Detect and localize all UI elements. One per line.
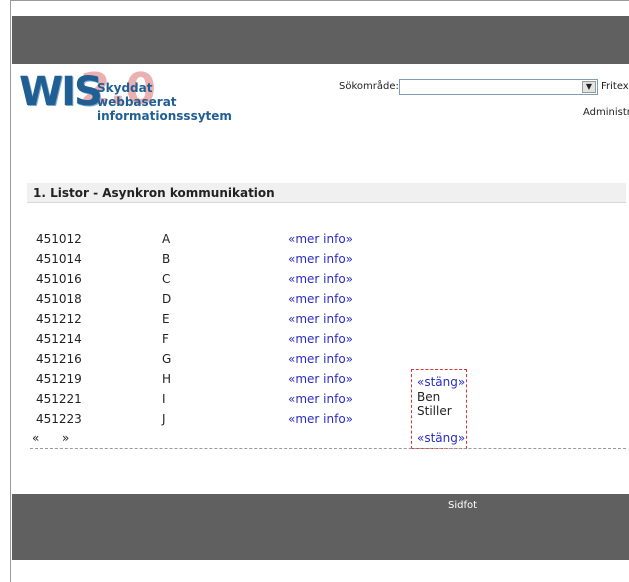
freetext-label: Fritext (601, 81, 629, 92)
list-item-letter: D (162, 292, 172, 306)
list-item-letter: B (162, 252, 171, 266)
list-item: 451212 E «mer info» (36, 312, 356, 332)
popup-close-bottom-link[interactable]: «stäng» (417, 431, 465, 445)
list-item-letter: J (162, 412, 166, 426)
list-item: 451221 I «mer info» (36, 392, 356, 412)
logo-tagline-line2: informationsssytem (97, 109, 232, 123)
pager-next-button[interactable]: » (62, 431, 69, 445)
more-info-link[interactable]: «mer info» (288, 352, 353, 366)
list-item-letter: C (162, 272, 171, 286)
list-item-letter: F (162, 332, 169, 346)
list-item: 451216 G «mer info» (36, 352, 356, 372)
info-popup: «stäng» Ben Stiller «stäng» (411, 369, 467, 449)
list-item-id: 451012 (36, 232, 82, 246)
logo-main: WIS (19, 69, 103, 115)
list-item-id: 451016 (36, 272, 82, 286)
list-item-letter: E (162, 312, 170, 326)
popup-text-line2: Stiller (417, 404, 452, 418)
list-item: 451219 H «mer info» (36, 372, 356, 392)
list-item-id: 451221 (36, 392, 82, 406)
list-item: 451214 F «mer info» (36, 332, 356, 352)
footer: Sidfot (12, 494, 629, 560)
top-banner (12, 16, 629, 64)
more-info-link[interactable]: «mer info» (288, 272, 353, 286)
list-item: 451014 B «mer info» (36, 252, 356, 272)
logo-tagline: Skyddat webbaserat informationsssytem (97, 81, 232, 123)
section-title: 1. Listor - Asynkron kommunikation (33, 186, 275, 200)
list-item: 451012 A «mer info» (36, 232, 356, 252)
more-info-link[interactable]: «mer info» (288, 312, 353, 326)
more-info-link[interactable]: «mer info» (288, 252, 353, 266)
list-item-id: 451018 (36, 292, 82, 306)
list-item-id: 451223 (36, 412, 82, 426)
more-info-link[interactable]: «mer info» (288, 332, 353, 346)
more-info-link[interactable]: «mer info» (288, 292, 353, 306)
list-item: 451018 D «mer info» (36, 292, 356, 312)
list-item: 451223 J «mer info» (36, 412, 356, 432)
search-area-label: Sökområde: (339, 81, 399, 92)
list-item-letter: I (162, 392, 166, 406)
more-info-link[interactable]: «mer info» (288, 372, 353, 386)
popup-text-line1: Ben (417, 390, 441, 404)
chevron-down-icon[interactable]: ▼ (582, 81, 596, 93)
list-item-id: 451212 (36, 312, 82, 326)
pager-prev-button[interactable]: « (32, 431, 39, 445)
divider (30, 448, 626, 449)
popup-close-top-link[interactable]: «stäng» (417, 375, 465, 389)
section-header: 1. Listor - Asynkron kommunikation (27, 183, 626, 203)
search-area-select[interactable]: ▼ (399, 79, 598, 95)
logo-tagline-line1: Skyddat webbaserat (97, 81, 177, 109)
list-item-id: 451214 (36, 332, 82, 346)
list-item-id: 451014 (36, 252, 82, 266)
more-info-link[interactable]: «mer info» (288, 412, 353, 426)
footer-text: Sidfot (448, 500, 478, 511)
more-info-link[interactable]: «mer info» (288, 392, 353, 406)
list-item-letter: G (162, 352, 172, 366)
list-item-id: 451216 (36, 352, 82, 366)
admin-link[interactable]: Administre (583, 107, 629, 118)
logo[interactable]: 2.0 WIS Skyddat webbaserat informationss… (19, 66, 232, 124)
list-item-letter: A (162, 232, 171, 246)
more-info-link[interactable]: «mer info» (288, 232, 353, 246)
list-item-id: 451219 (36, 372, 82, 386)
list-item-letter: H (162, 372, 172, 386)
list-item: 451016 C «mer info» (36, 272, 356, 292)
